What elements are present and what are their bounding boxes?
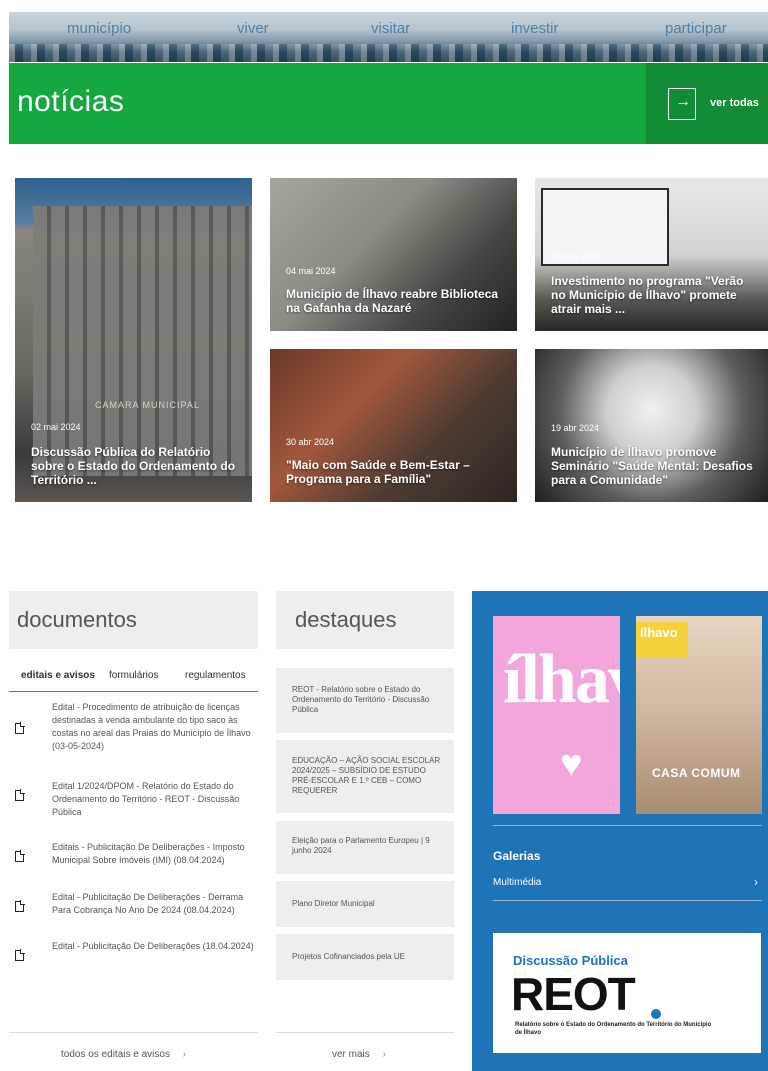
- news-date: 30 abr 2024: [286, 437, 335, 447]
- all-notices-link[interactable]: todos os editais e avisos ›: [61, 1049, 186, 1060]
- documents-footer: todos os editais e avisos ›: [9, 1032, 258, 1071]
- nav-visitar[interactable]: visitar: [371, 20, 410, 37]
- galleries-heading: Galerias: [493, 849, 541, 863]
- news-card-saude-mental[interactable]: 19 abr 2024 Município de Ílhavo promove …: [535, 349, 768, 502]
- all-notices-label: todos os editais e avisos: [61, 1049, 170, 1060]
- divider: [493, 825, 762, 826]
- heart-icon: ♥: [560, 743, 583, 785]
- building-sign: CAMARA MUNICIPAL: [95, 400, 200, 410]
- news-title-text: Investimento no programa "Verão no Munic…: [551, 274, 744, 316]
- document-link[interactable]: Edital - Procedimento de atribuição de l…: [52, 701, 258, 753]
- chevron-right-icon[interactable]: ›: [754, 875, 758, 889]
- multimedia-link[interactable]: Multimédia: [493, 877, 541, 888]
- news-title: notícias: [17, 85, 125, 118]
- news-title-text: Município de Ílhavo promove Seminário "S…: [551, 445, 753, 487]
- news-title-text: Discussão Pública do Relatório sobre o E…: [31, 445, 236, 487]
- tab-regulamentos[interactable]: regulamentos: [185, 670, 246, 681]
- news-title-text: Município de Ílhavo reabre Biblioteca na…: [286, 287, 499, 315]
- nav-participar[interactable]: participar: [665, 20, 727, 37]
- document-icon: [15, 850, 25, 862]
- news-date: 04 mai 2024: [286, 266, 336, 276]
- see-all-news-button[interactable]: → ver todas: [646, 63, 768, 144]
- nav-viver[interactable]: viver: [237, 20, 269, 37]
- document-icon: [15, 900, 25, 912]
- banner-word: REOT: [511, 968, 636, 1020]
- documents-header: documentos: [9, 591, 258, 649]
- banner-dot: [651, 1009, 661, 1019]
- news-header: notícias → ver todas: [9, 63, 768, 144]
- highlight-item[interactable]: REOT - Relatório sobre o Estado do Orden…: [276, 668, 454, 733]
- document-icon: [15, 789, 25, 801]
- document-link[interactable]: Edital 1/2024/DPOM - Relatório do Estado…: [52, 780, 258, 819]
- highlight-item[interactable]: Eleição para o Parlamento Europeu | 9 ju…: [276, 821, 454, 874]
- see-more-link[interactable]: ver mais ›: [332, 1049, 386, 1060]
- document-link[interactable]: Edital - Publicitação De Deliberações - …: [52, 891, 258, 917]
- agenda-cover[interactable]: ílhavo ♥: [493, 616, 620, 814]
- top-navigation: município viver visitar investir partici…: [9, 12, 768, 62]
- news-card-verao[interactable]: 03 mai 2024 Investimento no programa "Ve…: [535, 178, 768, 331]
- news-date: 02 mai 2024: [31, 422, 81, 432]
- news-date: 03 mai 2024: [551, 251, 601, 261]
- enter-arrow-icon: →: [668, 88, 696, 120]
- highlight-item[interactable]: Projetos Cofinanciados pela UE: [276, 934, 454, 980]
- reot-banner[interactable]: Discussão Pública REOT Relatório sobre o…: [493, 933, 761, 1053]
- tab-formularios[interactable]: formulários: [109, 670, 158, 681]
- casa-comum-title: CASA COMUM: [652, 766, 741, 780]
- news-date: 19 abr 2024: [551, 423, 600, 433]
- nav-investir[interactable]: investir: [511, 20, 559, 37]
- banner-kicker: Discussão Pública: [513, 953, 628, 968]
- chevron-right-icon: ›: [182, 1049, 187, 1060]
- highlight-item[interactable]: Plano Diretor Municipal: [276, 881, 454, 927]
- divider: [493, 900, 762, 901]
- news-card-maio-saude[interactable]: 30 abr 2024 "Maio com Saúde e Bem-Estar …: [270, 349, 517, 502]
- highlight-label: EDUCAÇÃO – AÇÃO SOCIAL ESCOLAR 2024/2025…: [292, 756, 441, 795]
- ilhavo-logo: ílhavo: [636, 622, 688, 658]
- banner-subtitle: Relatório sobre o Estado do Ordenamento …: [515, 1022, 712, 1036]
- news-card-reot[interactable]: CAMARA MUNICIPAL 02 mai 2024 Discussão P…: [15, 178, 252, 502]
- highlights-header: destaques: [276, 591, 454, 649]
- news-title-text: "Maio com Saúde e Bem-Estar – Programa p…: [286, 458, 470, 486]
- highlight-label: Projetos Cofinanciados pela UE: [292, 952, 405, 961]
- documents-title: documentos: [17, 607, 137, 632]
- highlights-footer: ver mais ›: [276, 1032, 454, 1071]
- casa-comum-cover[interactable]: ílhavo CASA COMUM: [636, 616, 762, 814]
- documents-tabs: editais e avisos formulários regulamento…: [9, 664, 258, 692]
- document-icon: [15, 949, 25, 961]
- highlight-item[interactable]: EDUCAÇÃO – AÇÃO SOCIAL ESCOLAR 2024/2025…: [276, 740, 454, 813]
- document-icon: [15, 722, 25, 734]
- see-all-label: ver todas: [710, 97, 759, 109]
- document-link[interactable]: Edital - Publicitação De Deliberações (1…: [52, 940, 258, 953]
- highlight-label: Eleição para o Parlamento Europeu | 9 ju…: [292, 836, 430, 855]
- highlight-label: Plano Diretor Municipal: [292, 899, 375, 908]
- tab-editais-avisos[interactable]: editais e avisos: [21, 670, 95, 681]
- document-link[interactable]: Editais - Publicitação De Deliberações -…: [52, 841, 258, 867]
- nav-municipio[interactable]: município: [67, 20, 131, 37]
- chevron-right-icon: ›: [382, 1049, 386, 1060]
- highlight-label: REOT - Relatório sobre o Estado do Orden…: [292, 685, 430, 714]
- see-more-label: ver mais: [332, 1049, 370, 1060]
- news-card-biblioteca[interactable]: 04 mai 2024 Município de Ílhavo reabre B…: [270, 178, 517, 331]
- agenda-cover-word: ílhavo: [503, 641, 620, 718]
- highlights-title: destaques: [295, 607, 397, 632]
- media-panel: ílhavo ♥ ílhavo CASA COMUM Galerias Mult…: [472, 591, 768, 1071]
- building-image: [33, 206, 252, 476]
